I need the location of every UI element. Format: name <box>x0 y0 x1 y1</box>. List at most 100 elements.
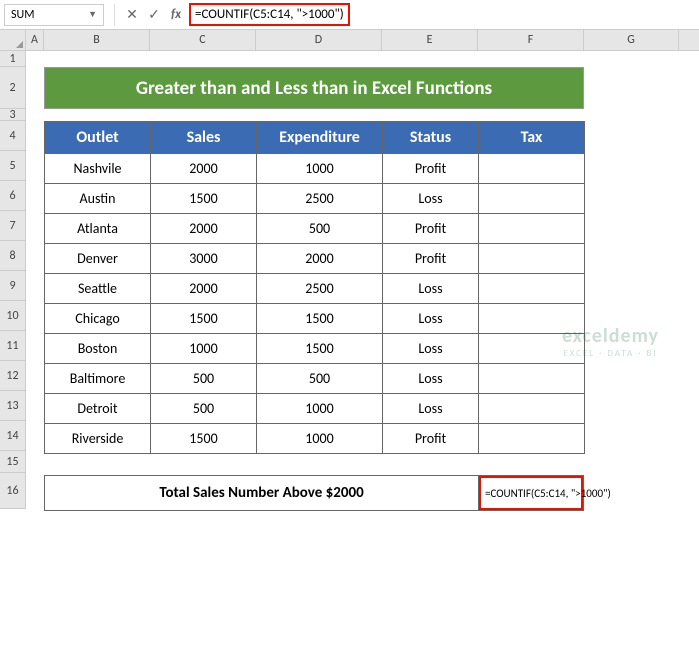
row-header[interactable]: 8 <box>0 241 26 271</box>
col-header-f[interactable]: F <box>478 30 584 50</box>
cell[interactable] <box>479 244 585 274</box>
cell[interactable]: Austin <box>45 184 151 214</box>
cell[interactable]: Profit <box>383 154 479 184</box>
cell[interactable]: Chicago <box>45 304 151 334</box>
row-header[interactable]: 1 <box>0 51 26 67</box>
cell[interactable] <box>479 154 585 184</box>
cell[interactable]: 1500 <box>151 184 257 214</box>
col-header-a[interactable]: A <box>26 30 44 50</box>
cell[interactable]: Loss <box>383 364 479 394</box>
cell[interactable]: 1000 <box>151 334 257 364</box>
cell[interactable]: Loss <box>383 274 479 304</box>
row-header[interactable]: 13 <box>0 391 26 421</box>
cell[interactable]: 3000 <box>151 244 257 274</box>
cell[interactable]: 1500 <box>151 304 257 334</box>
active-cell-f16[interactable]: =COUNTIF(C5:C14, ">1000") <box>479 476 583 510</box>
cell[interactable] <box>479 394 585 424</box>
cell[interactable]: Baltimore <box>45 364 151 394</box>
table-row: Chicago15001500Loss <box>45 304 585 334</box>
cell[interactable]: 500 <box>257 214 383 244</box>
row-header[interactable]: 9 <box>0 271 26 301</box>
cell[interactable]: Riverside <box>45 424 151 454</box>
col-header-d[interactable]: D <box>256 30 382 50</box>
cell[interactable]: 1500 <box>151 424 257 454</box>
cell[interactable]: 2000 <box>257 244 383 274</box>
col-header-b[interactable]: B <box>44 30 150 50</box>
col-header-c[interactable]: C <box>150 30 256 50</box>
cell[interactable]: 500 <box>151 394 257 424</box>
cell[interactable] <box>479 424 585 454</box>
cell[interactable]: 500 <box>151 364 257 394</box>
cell[interactable]: Profit <box>383 424 479 454</box>
table-row: Nashvile20001000Profit <box>45 154 585 184</box>
cell[interactable]: Loss <box>383 304 479 334</box>
row-header[interactable]: 12 <box>0 361 26 391</box>
table-row: Detroit5001000Loss <box>45 394 585 424</box>
formula-text: =COUNTIF(C5:C14, ">1000") <box>189 3 350 26</box>
cell[interactable] <box>479 364 585 394</box>
cell[interactable]: 2500 <box>257 184 383 214</box>
header-status[interactable]: Status <box>383 122 479 154</box>
row-header[interactable]: 6 <box>0 181 26 211</box>
chevron-down-icon[interactable]: ▼ <box>88 9 97 20</box>
fx-icon[interactable]: fx <box>165 7 187 22</box>
watermark: exceldemy EXCEL · DATA · BI <box>562 324 659 359</box>
cell[interactable]: Nashvile <box>45 154 151 184</box>
table-row: Baltimore500500Loss <box>45 364 585 394</box>
cell[interactable]: 2000 <box>151 214 257 244</box>
row-header[interactable]: 16 <box>0 473 26 509</box>
cell[interactable]: Loss <box>383 184 479 214</box>
cell[interactable]: 1000 <box>257 424 383 454</box>
cell[interactable]: 2500 <box>257 274 383 304</box>
col-header-e[interactable]: E <box>382 30 478 50</box>
table-row: Atlanta2000500Profit <box>45 214 585 244</box>
grid: 1 2 3 4 5 6 7 8 9 10 11 12 13 14 15 16 G… <box>0 51 699 509</box>
confirm-icon[interactable]: ✓ <box>143 6 165 23</box>
row-header[interactable]: 15 <box>0 451 26 473</box>
name-box-text: SUM <box>11 8 88 22</box>
cell[interactable] <box>479 214 585 244</box>
row-header[interactable]: 2 <box>0 67 26 109</box>
row-header[interactable]: 5 <box>0 151 26 181</box>
separator <box>114 4 115 26</box>
total-label[interactable]: Total Sales Number Above $2000 <box>45 476 479 510</box>
cell[interactable]: Profit <box>383 214 479 244</box>
cell[interactable] <box>479 184 585 214</box>
row-header[interactable]: 10 <box>0 301 26 331</box>
header-expenditure[interactable]: Expenditure <box>257 122 383 154</box>
cell[interactable]: Boston <box>45 334 151 364</box>
cell[interactable]: Atlanta <box>45 214 151 244</box>
cell[interactable]: 2000 <box>151 274 257 304</box>
cell[interactable]: 1500 <box>257 304 383 334</box>
cell[interactable]: 500 <box>257 364 383 394</box>
table-row: Seattle20002500Loss <box>45 274 585 304</box>
select-all-corner[interactable] <box>0 30 26 50</box>
row-header[interactable]: 7 <box>0 211 26 241</box>
header-outlet[interactable]: Outlet <box>45 122 151 154</box>
cell[interactable]: 1500 <box>257 334 383 364</box>
cancel-icon[interactable]: ✕ <box>121 6 143 23</box>
cell[interactable]: 2000 <box>151 154 257 184</box>
header-tax[interactable]: Tax <box>479 122 585 154</box>
cell[interactable]: Loss <box>383 334 479 364</box>
cell[interactable]: Denver <box>45 244 151 274</box>
row-header[interactable]: 4 <box>0 121 26 151</box>
cell[interactable]: 1000 <box>257 154 383 184</box>
cell-area[interactable]: Greater than and Less than in Excel Func… <box>26 51 699 509</box>
col-header-g[interactable]: G <box>584 30 679 50</box>
total-row: Total Sales Number Above $2000 =COUNTIF(… <box>44 475 584 511</box>
cell[interactable]: Profit <box>383 244 479 274</box>
name-box[interactable]: SUM ▼ <box>4 4 104 26</box>
row-header[interactable]: 3 <box>0 109 26 121</box>
cell[interactable] <box>479 274 585 304</box>
cell[interactable]: Detroit <box>45 394 151 424</box>
cell[interactable]: Loss <box>383 394 479 424</box>
table-row: Denver30002000Profit <box>45 244 585 274</box>
header-sales[interactable]: Sales <box>151 122 257 154</box>
sheet-title[interactable]: Greater than and Less than in Excel Func… <box>44 67 584 109</box>
row-header[interactable]: 14 <box>0 421 26 451</box>
cell[interactable]: 1000 <box>257 394 383 424</box>
cell[interactable]: Seattle <box>45 274 151 304</box>
formula-input[interactable]: =COUNTIF(C5:C14, ">1000") <box>187 4 699 26</box>
row-header[interactable]: 11 <box>0 331 26 361</box>
